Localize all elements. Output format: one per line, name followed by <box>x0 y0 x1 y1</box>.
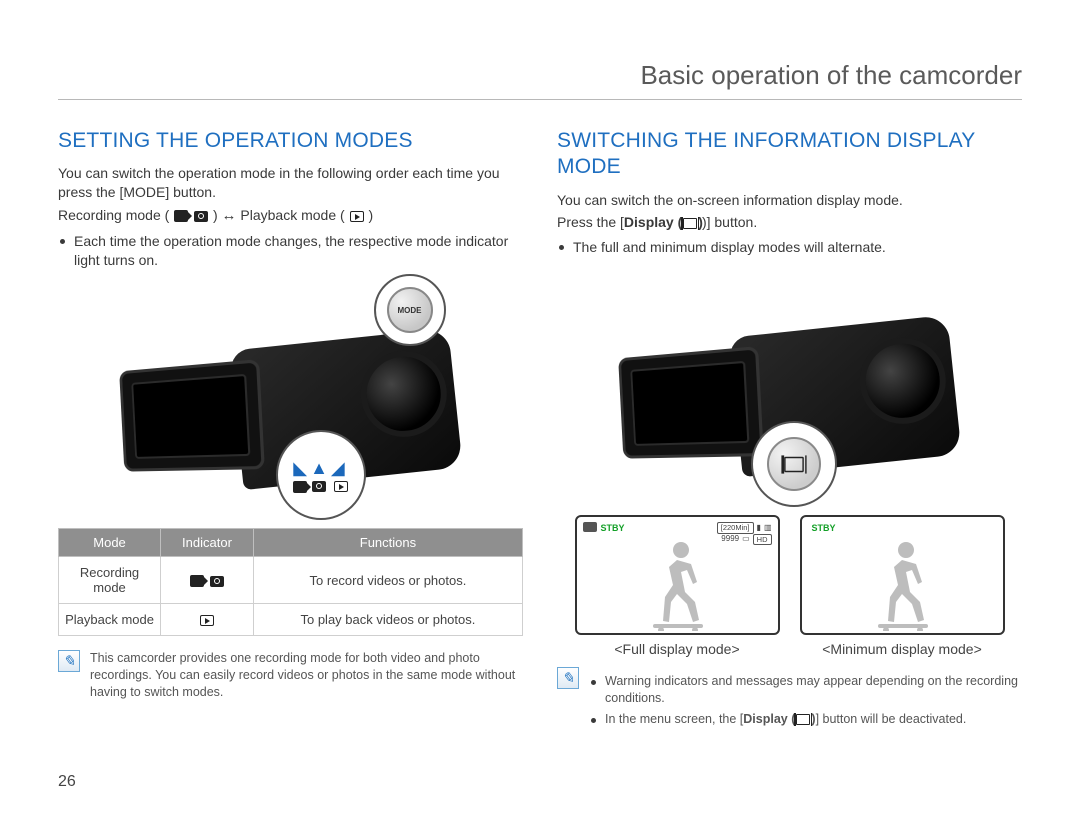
note-bullet: In the menu screen, the [Display ()] but… <box>589 711 1022 728</box>
camcorder-lens <box>855 334 950 429</box>
th-indicator: Indicator <box>161 529 254 557</box>
camcorder-illustration-mode: MODE ◣▲◢ <box>126 284 456 514</box>
display-previews: STBY [220Min] ▮ ▥ 9999 ▭ HD <box>557 515 1022 657</box>
cell-mode: Playback mode <box>59 604 161 636</box>
intro-operation-modes: You can switch the operation mode in the… <box>58 164 523 202</box>
playback-icon <box>200 615 214 626</box>
callout-mode-indicator: ◣▲◢ <box>276 430 366 520</box>
mode-line-prefix: Recording mode ( <box>58 207 169 223</box>
video-icon <box>293 481 307 493</box>
record-mode-icon <box>583 522 597 532</box>
note-display-word: Display ( <box>743 712 795 726</box>
camcorder-lcd <box>119 359 265 471</box>
osd-top-right: [220Min] ▮ ▥ 9999 ▭ HD <box>717 522 772 545</box>
left-column: SETTING THE OPERATION MODES You can swit… <box>58 128 523 742</box>
screen-full: STBY [220Min] ▮ ▥ 9999 ▭ HD <box>575 515 780 635</box>
caption-full: <Full display mode> <box>575 641 780 657</box>
note-icon: ✎ <box>557 667 579 689</box>
display-button <box>767 437 821 491</box>
mode-switch-line: Recording mode ( ) ↔ Playback mode ( ) <box>58 206 523 226</box>
bullet-display-alternate: The full and minimum display modes will … <box>557 238 1022 257</box>
photo-icon <box>194 211 208 222</box>
press-c: )] button. <box>702 214 757 230</box>
indicator-icons <box>292 481 348 493</box>
th-mode: Mode <box>59 529 161 557</box>
note-block: ✎ Warning indicators and messages may ap… <box>557 667 1022 742</box>
indicator-rays-icon: ◣▲◢ <box>293 458 348 479</box>
video-icon <box>174 210 188 222</box>
photo-count: 9999 <box>721 534 739 544</box>
heading-display-mode: SWITCHING THE INFORMATION DISPLAY MODE <box>557 128 1022 181</box>
press-display-line: Press the [Display ())] button. <box>557 213 1022 232</box>
mode-line-suffix: Playback mode ( <box>240 207 344 223</box>
cell-indicator <box>161 604 254 636</box>
skateboarder-silhouette <box>872 536 942 631</box>
note-bullet-2b: ] button will be deactivated. <box>816 712 967 726</box>
note-bullet-2a: In the menu screen, the [ <box>605 712 743 726</box>
note-icon: ✎ <box>58 650 80 672</box>
playback-icon <box>350 211 364 222</box>
page-number: 26 <box>58 773 76 791</box>
right-column: SWITCHING THE INFORMATION DISPLAY MODE Y… <box>557 128 1022 742</box>
press-b: Display ( <box>624 214 682 230</box>
photo-icon <box>210 576 224 587</box>
stby-label: STBY <box>812 523 836 533</box>
playback-icon <box>334 481 348 492</box>
mode-table: Mode Indicator Functions Recording mode … <box>58 528 523 636</box>
time-remaining: [220Min] <box>717 522 754 533</box>
th-functions: Functions <box>253 529 522 557</box>
display-icon <box>683 218 697 229</box>
note-bullet: Warning indicators and messages may appe… <box>589 673 1022 707</box>
press-a: Press the [ <box>557 214 624 230</box>
aspect-icon: ▭ <box>742 534 750 544</box>
mode-line-end: ) <box>368 207 373 223</box>
intro-display-mode: You can switch the on-screen information… <box>557 191 1022 210</box>
mode-button: MODE <box>387 287 433 333</box>
camcorder-lens <box>356 347 451 442</box>
display-icon <box>784 456 804 471</box>
stby-label: STBY <box>601 523 625 533</box>
display-icon <box>796 714 810 725</box>
table-row: Recording mode To record videos or photo… <box>59 557 523 604</box>
note-block: ✎ This camcorder provides one recording … <box>58 650 523 701</box>
skateboarder-silhouette <box>647 536 717 631</box>
preview-min: STBY <Minimum display mode> <box>800 515 1005 657</box>
chapter-title: Basic operation of the camcorder <box>58 60 1022 100</box>
caption-min: <Minimum display mode> <box>800 641 1005 657</box>
callout-display-button <box>751 421 837 507</box>
cell-functions: To record videos or photos. <box>253 557 522 604</box>
double-arrow-icon: ↔ <box>222 207 237 224</box>
callout-mode-button: MODE <box>374 274 446 346</box>
preview-full: STBY [220Min] ▮ ▥ 9999 ▭ HD <box>575 515 780 657</box>
cell-mode: Recording mode <box>59 557 161 604</box>
camcorder-lcd <box>618 346 764 458</box>
hd-badge: HD <box>753 534 772 545</box>
bullet-mode-indicator: Each time the operation mode changes, th… <box>58 232 523 270</box>
cell-indicator <box>161 557 254 604</box>
note-text: This camcorder provides one recording mo… <box>90 650 523 701</box>
photo-icon <box>312 481 326 492</box>
mode-line-mid: ) <box>213 207 222 223</box>
table-row: Playback mode To play back videos or pho… <box>59 604 523 636</box>
screen-min: STBY <box>800 515 1005 635</box>
cell-functions: To play back videos or photos. <box>253 604 522 636</box>
heading-operation-modes: SETTING THE OPERATION MODES <box>58 128 523 154</box>
camcorder-illustration-display <box>625 271 955 501</box>
video-icon <box>190 575 204 587</box>
battery-icon: ▥ <box>764 523 772 533</box>
card-icon: ▮ <box>757 523 761 533</box>
